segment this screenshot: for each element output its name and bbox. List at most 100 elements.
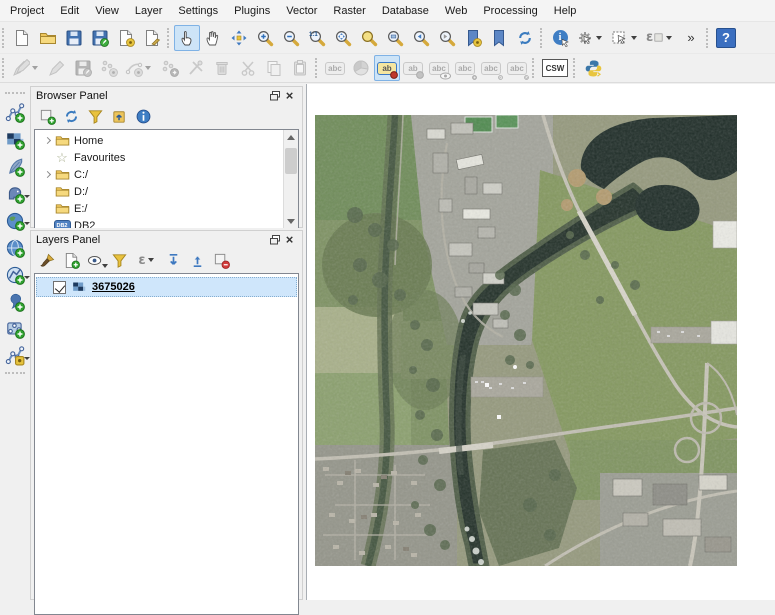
- scroll-up-button[interactable]: [284, 130, 298, 144]
- toolbar-grip[interactable]: [315, 58, 319, 78]
- move-label-button[interactable]: abc: [452, 55, 478, 81]
- new-bookmark-button[interactable]: [460, 25, 486, 51]
- paste-features-button[interactable]: [287, 55, 313, 81]
- toolbar-grip[interactable]: [2, 58, 6, 78]
- scroll-track[interactable]: [284, 144, 298, 214]
- menu-view[interactable]: View: [87, 2, 127, 20]
- current-edits-button[interactable]: [9, 55, 44, 81]
- cut-features-button[interactable]: [235, 55, 261, 81]
- help-button[interactable]: ?: [713, 25, 739, 51]
- toolbar-grip[interactable]: [2, 28, 6, 48]
- layers-panel-close-button[interactable]: ×: [282, 233, 297, 247]
- browser-item-c-drive[interactable]: C:/: [35, 166, 283, 183]
- browser-panel-float-button[interactable]: [267, 89, 282, 103]
- manage-visibility-button[interactable]: [85, 250, 105, 270]
- add-raster-layer-button[interactable]: [2, 127, 28, 153]
- browser-item-d-drive[interactable]: D:/: [35, 183, 283, 200]
- highlight-pinned-labels-button[interactable]: ab: [400, 55, 426, 81]
- add-spatialite-layer-button[interactable]: [2, 154, 28, 180]
- refresh-button[interactable]: [512, 25, 538, 51]
- add-virtual-layer-button[interactable]: [2, 316, 28, 342]
- python-console-button[interactable]: [580, 55, 606, 81]
- metasearch-button[interactable]: CSW: [539, 55, 571, 81]
- layer-labeling-button[interactable]: abc: [322, 55, 348, 81]
- select-by-expression-button[interactable]: ε: [643, 25, 678, 51]
- layer-visibility-checkbox[interactable]: [53, 281, 66, 294]
- new-print-layout-button[interactable]: [113, 25, 139, 51]
- menu-raster[interactable]: Raster: [325, 2, 373, 20]
- toolbar-grip[interactable]: [540, 28, 544, 48]
- pan-to-selection-button[interactable]: [226, 25, 252, 51]
- browser-item-favourites[interactable]: ☆ Favourites: [35, 149, 283, 166]
- zoom-in-button[interactable]: [252, 25, 278, 51]
- expand-all-button[interactable]: [163, 250, 183, 270]
- run-feature-action-button[interactable]: [573, 25, 608, 51]
- scroll-down-button[interactable]: [284, 214, 298, 228]
- zoom-out-button[interactable]: [278, 25, 304, 51]
- add-delimited-text-layer-button[interactable]: [2, 289, 28, 315]
- menu-web[interactable]: Web: [437, 2, 475, 20]
- copy-features-button[interactable]: [261, 55, 287, 81]
- browser-refresh-button[interactable]: [61, 106, 81, 126]
- layers-panel-float-button[interactable]: [267, 233, 282, 247]
- pan-map-button[interactable]: [200, 25, 226, 51]
- save-layer-edits-button[interactable]: [70, 55, 96, 81]
- expander-icon[interactable]: [41, 138, 53, 143]
- toolbar-grip[interactable]: [573, 58, 577, 78]
- toolbar-grip[interactable]: [532, 58, 536, 78]
- menu-edit[interactable]: Edit: [52, 2, 87, 20]
- collapse-all-button[interactable]: [187, 250, 207, 270]
- zoom-to-selection-button[interactable]: [356, 25, 382, 51]
- layer-diagram-button[interactable]: [348, 55, 374, 81]
- identify-features-button[interactable]: i: [547, 25, 573, 51]
- add-postgis-layer-button[interactable]: [2, 181, 28, 207]
- toolbar-grip[interactable]: [5, 92, 25, 96]
- pin-labels-button[interactable]: ab: [374, 55, 400, 81]
- browser-item-home[interactable]: Home: [35, 132, 283, 149]
- save-project-button[interactable]: [61, 25, 87, 51]
- layer-row[interactable]: 3675026: [36, 277, 297, 297]
- zoom-to-layer-button[interactable]: [382, 25, 408, 51]
- add-vector-layer-button[interactable]: [2, 100, 28, 126]
- add-curve-feature-button[interactable]: [122, 55, 157, 81]
- toolbar-grip[interactable]: [167, 28, 171, 48]
- expander-icon[interactable]: [41, 172, 53, 177]
- touch-zoom-pan-button[interactable]: [174, 25, 200, 51]
- delete-selected-button[interactable]: [209, 55, 235, 81]
- add-feature-button[interactable]: [96, 55, 122, 81]
- menu-project[interactable]: Project: [2, 2, 52, 20]
- menu-vector[interactable]: Vector: [278, 2, 325, 20]
- remove-layer-button[interactable]: [211, 250, 231, 270]
- add-wfs-layer-button[interactable]: [2, 262, 28, 288]
- browser-properties-button[interactable]: [133, 106, 153, 126]
- browser-item-e-drive[interactable]: E:/: [35, 200, 283, 217]
- save-project-as-button[interactable]: [87, 25, 113, 51]
- toolbar-overflow-button[interactable]: »: [678, 25, 704, 51]
- rotate-label-button[interactable]: abc: [478, 55, 504, 81]
- add-group-button[interactable]: [61, 250, 81, 270]
- menu-processing[interactable]: Processing: [475, 2, 545, 20]
- filter-legend-button[interactable]: [109, 250, 129, 270]
- menu-help[interactable]: Help: [546, 2, 585, 20]
- zoom-native-button[interactable]: 1:1: [304, 25, 330, 51]
- select-features-button[interactable]: [608, 25, 643, 51]
- filter-by-expression-button[interactable]: ε: [133, 250, 159, 270]
- map-canvas[interactable]: [306, 84, 775, 600]
- zoom-next-button[interactable]: [434, 25, 460, 51]
- new-shapefile-layer-button[interactable]: [2, 343, 28, 369]
- menu-plugins[interactable]: Plugins: [226, 2, 278, 20]
- browser-scrollbar[interactable]: [283, 130, 298, 228]
- browser-collapse-all-button[interactable]: [109, 106, 129, 126]
- menu-database[interactable]: Database: [374, 2, 437, 20]
- browser-add-layers-button[interactable]: [37, 106, 57, 126]
- add-wms-layer-button[interactable]: [2, 208, 28, 234]
- zoom-full-button[interactable]: [330, 25, 356, 51]
- menu-layer[interactable]: Layer: [127, 2, 171, 20]
- show-bookmarks-button[interactable]: [486, 25, 512, 51]
- toolbar-grip[interactable]: [706, 28, 710, 48]
- toolbar-grip[interactable]: [5, 372, 25, 376]
- change-label-button[interactable]: abc: [504, 55, 530, 81]
- zoom-last-button[interactable]: [408, 25, 434, 51]
- open-project-button[interactable]: [35, 25, 61, 51]
- scroll-thumb[interactable]: [285, 148, 297, 174]
